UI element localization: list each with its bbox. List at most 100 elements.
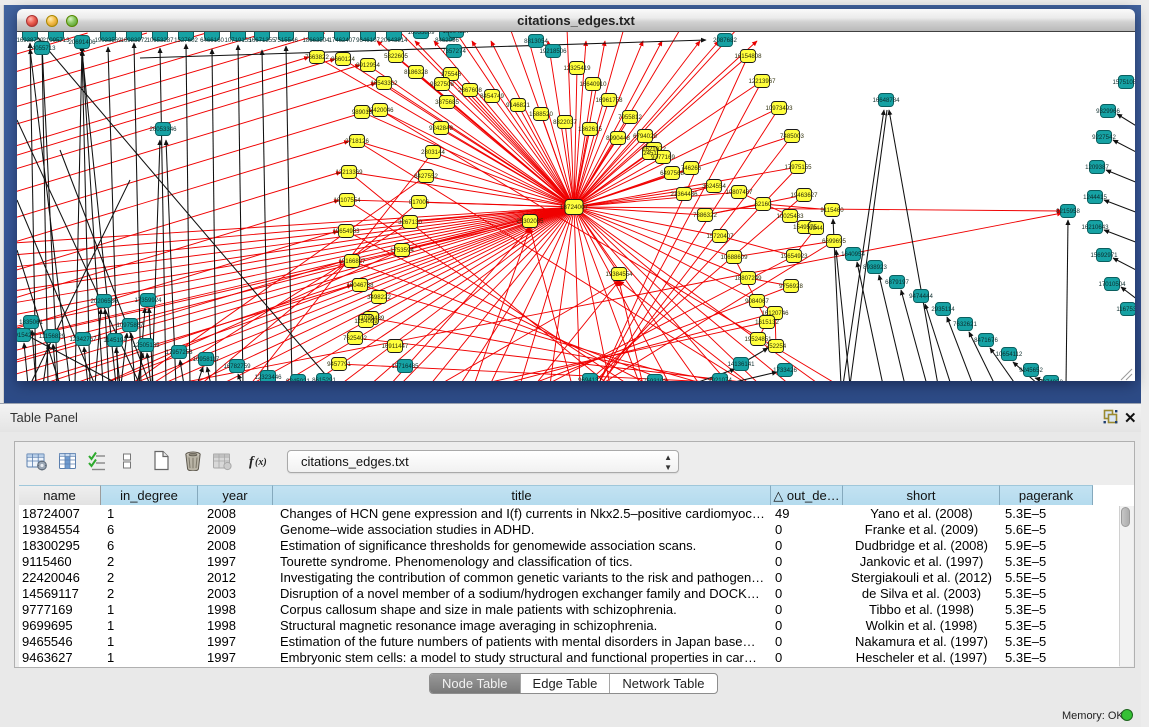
svg-text:2803144: 2803144 [421,149,445,156]
svg-text:8462096: 8462096 [435,37,459,44]
svg-text:19654923: 19654923 [780,253,808,260]
svg-text:6794028: 6794028 [633,133,657,140]
svg-text:9327508: 9327508 [430,81,454,88]
svg-text:15751084: 15751084 [1112,79,1135,86]
svg-text:16046738: 16046738 [346,282,374,289]
svg-text:12323446: 12323446 [254,374,282,381]
svg-text:16782759: 16782759 [223,363,251,370]
svg-text:9245652: 9245652 [1019,367,1043,374]
svg-text:8186328: 8186328 [404,69,428,76]
svg-text:14055713: 14055713 [28,45,56,52]
svg-text:18807249: 18807249 [734,275,762,282]
svg-text:1167534: 1167534 [1116,306,1135,313]
svg-text:10688609: 10688609 [720,254,748,261]
svg-text:25302035: 25302035 [516,218,544,225]
svg-text:20691406: 20691406 [68,39,96,46]
svg-text:7485003: 7485003 [780,133,804,140]
svg-text:7625402: 7625402 [343,335,367,342]
svg-text:8454749: 8454749 [480,93,504,100]
svg-text:16640910: 16640910 [579,81,607,88]
svg-text:3624554: 3624554 [702,183,726,190]
svg-text:5322605: 5322605 [384,53,408,60]
svg-text:6497568: 6497568 [660,170,684,177]
svg-text:16154808: 16154808 [734,53,762,60]
svg-text:746266: 746266 [681,165,702,172]
svg-text:10025433: 10025433 [776,213,804,220]
svg-text:8660124: 8660124 [331,56,355,63]
svg-text:8322037: 8322037 [553,119,577,126]
svg-text:18724007: 18724007 [560,204,589,211]
svg-text:3498222: 3498222 [367,294,391,301]
svg-text:19463627: 19463627 [790,192,818,199]
svg-text:10654112: 10654112 [996,351,1023,358]
svg-text:9457791: 9457791 [327,361,351,368]
svg-text:10973493: 10973493 [765,105,793,112]
svg-text:(x): (x) [255,457,267,468]
svg-text:8813054: 8813054 [524,38,548,45]
svg-text:21364436: 21364436 [670,191,698,198]
svg-text:1362615: 1362615 [578,126,602,133]
svg-text:1154099: 1154099 [354,318,378,325]
svg-text:1615132: 1615132 [755,319,779,326]
svg-text:12213967: 12213967 [748,78,776,85]
svg-text:20643814: 20643814 [380,37,408,44]
svg-text:6466160: 6466160 [200,37,224,44]
svg-text:7955812: 7955812 [618,114,642,121]
svg-text:3875685: 3875685 [435,99,459,106]
svg-text:8427552: 8427552 [414,173,438,180]
svg-text:9646107: 9646107 [356,37,380,44]
svg-text:989013: 989013 [352,109,373,116]
svg-text:9694131: 9694131 [578,377,602,381]
svg-text:16983972: 16983972 [120,37,148,44]
svg-text:1588520: 1588520 [529,111,553,118]
svg-text:1527602: 1527602 [174,37,198,44]
svg-text:9374958: 9374958 [1039,379,1063,381]
svg-text:7663822: 7663822 [305,54,329,61]
svg-text:175546: 175546 [441,71,462,78]
svg-text:19384554: 19384554 [605,271,633,278]
svg-text:62160: 62160 [755,201,773,208]
svg-text:3267130: 3267130 [398,219,422,226]
svg-text:7386322: 7386322 [693,212,717,219]
svg-text:16671355: 16671355 [248,37,276,44]
svg-text:7593102: 7593102 [643,378,667,381]
svg-text:17359924: 17359924 [134,297,162,304]
svg-text:12342757: 12342757 [69,336,97,343]
svg-text:16120746: 16120746 [761,310,789,317]
svg-text:1209387: 1209387 [1085,164,1109,171]
svg-text:16961758: 16961758 [595,97,623,104]
svg-text:19218506: 19218506 [539,48,567,55]
svg-text:9227542: 9227542 [1092,134,1116,141]
svg-text:8215958: 8215958 [1056,208,1080,215]
svg-text:9146821: 9146821 [506,102,530,109]
svg-text:16210643: 16210643 [1081,224,1109,231]
svg-text:1640954: 1640954 [841,251,865,258]
svg-text:9921074: 9921074 [708,377,732,381]
svg-text:6879197: 6879197 [885,279,909,286]
svg-text:18004337: 18004337 [442,32,470,35]
svg-text:10807487: 10807487 [725,189,753,196]
svg-text:1753594: 1753594 [390,247,414,254]
svg-text:1145194: 1145194 [103,337,127,344]
svg-text:1733426: 1733426 [773,367,797,374]
svg-text:10975867: 10975867 [116,322,144,329]
svg-text:16938799: 16938799 [17,37,44,44]
svg-text:17975155: 17975155 [784,164,812,171]
svg-text:11156829: 11156829 [39,333,66,340]
svg-text:12213369: 12213369 [335,169,363,176]
svg-text:10958117: 10958117 [193,356,220,363]
svg-text:15720407: 15720407 [706,233,734,240]
svg-text:21095713: 21095713 [42,37,70,44]
svg-text:16543362: 16543362 [370,80,398,87]
svg-text:12325419: 12325419 [563,65,591,72]
svg-text:9329966: 9329966 [1096,108,1120,115]
svg-text:252254: 252254 [766,343,787,350]
svg-text:18663504: 18663504 [302,37,330,44]
svg-text:8912954: 8912954 [356,62,380,69]
svg-text:14136141: 14136141 [727,361,755,368]
svg-text:2087682: 2087682 [713,37,737,44]
svg-text:15692971: 15692971 [1090,252,1118,259]
svg-text:8938923: 8938923 [863,264,887,271]
svg-text:9756928: 9756928 [779,283,803,290]
svg-text:18107554: 18107554 [333,197,361,204]
